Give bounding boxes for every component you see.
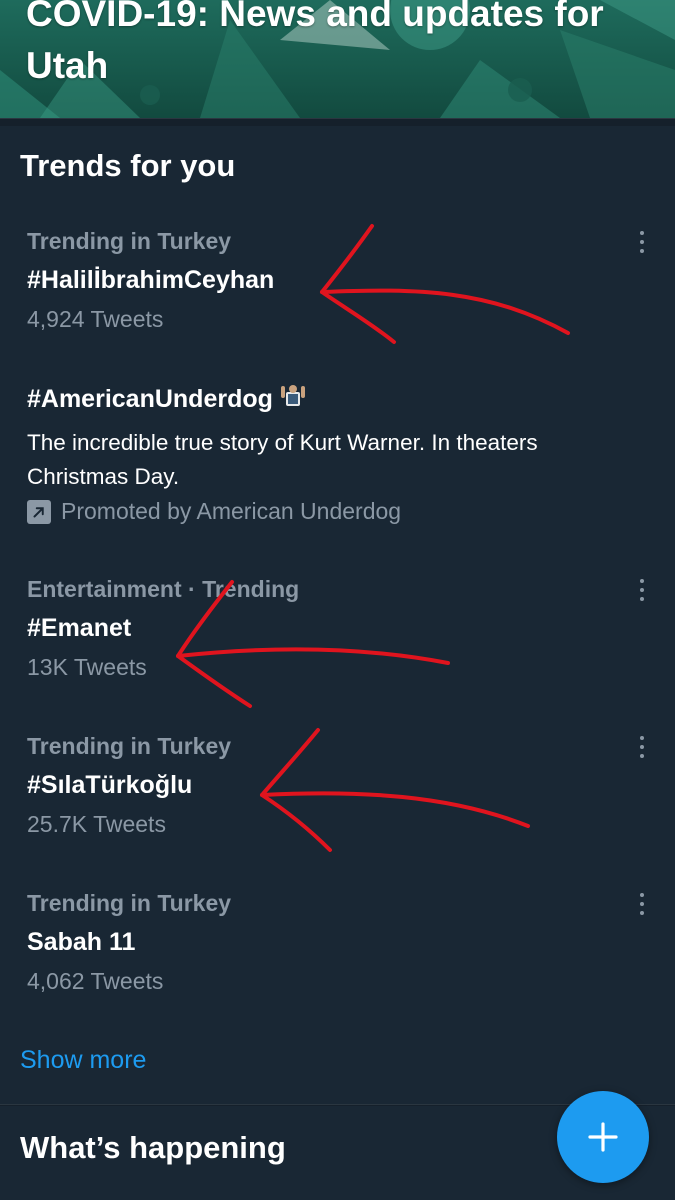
more-options-icon[interactable] xyxy=(630,576,654,604)
trend-name[interactable]: #HalilİbrahimCeyhan xyxy=(27,266,274,295)
promoted-trend-item[interactable]: #AmericanUnderdog The incredible true st… xyxy=(0,384,675,534)
more-options-icon[interactable] xyxy=(630,890,654,918)
trend-context: Entertainment · Trending xyxy=(27,576,300,602)
trend-tweet-count: 4,062 Tweets xyxy=(27,968,164,994)
trend-context: Trending in Turkey xyxy=(27,733,232,759)
promoted-arrow-icon xyxy=(27,499,51,524)
twitter-explore-page: COVID-19: News and updates for Utah Tren… xyxy=(0,0,675,1200)
trend-item[interactable]: Entertainment · Trending #Emanet 13K Twe… xyxy=(0,576,675,686)
show-more-link[interactable]: Show more xyxy=(20,1046,146,1075)
trend-item[interactable]: Trending in Turkey Sabah 11 4,062 Tweets xyxy=(0,890,675,1000)
trend-name[interactable]: #SılaTürkoğlu xyxy=(27,771,192,800)
trend-tweet-count: 13K Tweets xyxy=(27,654,147,680)
trend-name[interactable]: Sabah 11 xyxy=(27,928,135,957)
football-player-emoji-icon xyxy=(280,385,305,406)
covid-news-banner[interactable]: COVID-19: News and updates for Utah xyxy=(0,0,675,118)
promoted-by-label: Promoted by American Underdog xyxy=(27,498,401,525)
promoted-trend-hashtag: #AmericanUnderdog xyxy=(27,385,273,413)
plus-icon xyxy=(588,1122,618,1152)
trends-section: Trends for you Trending in Turkey #Halil… xyxy=(0,126,675,1104)
trend-context: Trending in Turkey xyxy=(27,228,232,254)
trend-tweet-count: 25.7K Tweets xyxy=(27,811,166,837)
promoted-trend-description: The incredible true story of Kurt Warner… xyxy=(27,430,538,489)
more-options-icon[interactable] xyxy=(630,228,654,256)
trend-context: Trending in Turkey xyxy=(27,890,232,916)
promoted-by-text: Promoted by American Underdog xyxy=(61,498,402,524)
promoted-trend-name[interactable]: #AmericanUnderdog xyxy=(27,384,307,414)
compose-tweet-button[interactable] xyxy=(557,1091,649,1183)
trends-title: Trends for you xyxy=(20,148,236,183)
trend-name[interactable]: #Emanet xyxy=(27,614,131,643)
trend-item[interactable]: Trending in Turkey #SılaTürkoğlu 25.7K T… xyxy=(0,733,675,843)
more-options-icon[interactable] xyxy=(630,733,654,761)
trend-tweet-count: 4,924 Tweets xyxy=(27,306,164,332)
trend-item[interactable]: Trending in Turkey #HalilİbrahimCeyhan 4… xyxy=(0,228,675,338)
banner-title[interactable]: COVID-19: News and updates for Utah xyxy=(26,0,646,92)
whats-happening-title: What’s happening xyxy=(20,1130,286,1165)
